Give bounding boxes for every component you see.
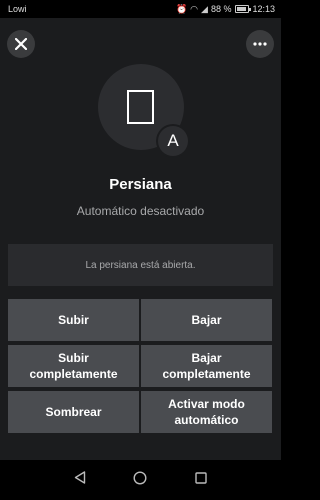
lower-fully-button[interactable]: Bajar completamente — [141, 345, 272, 387]
wifi-icon: ◠ — [190, 4, 199, 14]
close-button[interactable] — [7, 30, 35, 58]
device-detail-screen: A Persiana Automático desactivado La per… — [0, 18, 281, 460]
back-button[interactable] — [74, 471, 86, 489]
lower-button[interactable]: Bajar — [141, 299, 272, 341]
battery-icon — [235, 5, 252, 13]
raise-fully-button[interactable]: Subir completamente — [8, 345, 139, 387]
close-icon — [15, 38, 27, 50]
status-message: La persiana está abierta. — [8, 244, 273, 286]
activate-auto-mode-button[interactable]: Activar modo automático — [141, 391, 272, 433]
android-nav-bar — [0, 460, 281, 500]
signal-icon: ◢ — [201, 4, 208, 14]
home-icon — [133, 470, 147, 485]
status-bar: Lowi ⏰ ◠ ◢ 88 % 12:13 — [0, 0, 281, 18]
badge-label: A — [158, 126, 188, 156]
more-options-button[interactable] — [246, 30, 274, 58]
alarm-icon: ⏰ — [175, 4, 188, 14]
raise-button[interactable]: Subir — [8, 299, 139, 341]
recents-icon — [195, 472, 207, 484]
home-button[interactable] — [133, 470, 147, 490]
automation-badge: A — [156, 124, 190, 158]
device-name: Persiana — [109, 176, 172, 193]
more-icon — [253, 42, 267, 46]
clock: 12:13 — [252, 4, 275, 14]
back-icon — [74, 471, 86, 484]
shade-button[interactable]: Sombrear — [8, 391, 139, 433]
recents-button[interactable] — [195, 471, 207, 489]
device-mode: Automático desactivado — [76, 204, 205, 218]
status-icons: ⏰ ◠ ◢ 88 % 12:13 — [176, 0, 275, 18]
carrier-label: Lowi — [8, 4, 27, 14]
window-blind-icon — [127, 90, 154, 124]
battery-percent: 88 % — [210, 4, 232, 14]
